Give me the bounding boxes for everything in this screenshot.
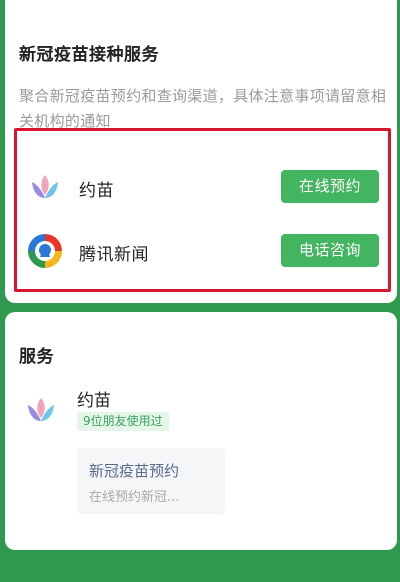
vaccine-service-description: 聚合新冠疫苗预约和查询渠道，具体注意事项请留意相关机构的通知 — [19, 87, 387, 130]
mini-card-subtitle: 在线预约新冠... — [89, 490, 180, 505]
yuemiao-logo-icon — [32, 175, 58, 198]
provider-name: 腾讯新闻 — [79, 245, 149, 265]
tencent-news-logo-icon — [28, 234, 62, 268]
yuemiao-logo-icon — [28, 398, 54, 421]
provider-row-tencent-news[interactable]: 腾讯新闻 电话咨询 — [19, 228, 379, 274]
vaccine-service-title: 新冠疫苗接种服务 — [19, 45, 159, 65]
vaccine-booking-mini-card[interactable]: 新冠疫苗预约 在线预约新冠... — [77, 448, 225, 514]
mini-card-title: 新冠疫苗预约 — [89, 462, 180, 480]
provider-name: 约苗 — [79, 181, 114, 201]
services-card: 服务 约苗 9位朋友使用过 新冠疫苗预约 在线预约新冠... — [5, 312, 397, 550]
phone-consult-button[interactable]: 电话咨询 — [281, 234, 379, 267]
provider-row-yuemiao[interactable]: 约苗 在线预约 — [19, 164, 379, 210]
service-name[interactable]: 约苗 — [77, 386, 111, 411]
online-booking-button[interactable]: 在线预约 — [281, 170, 379, 203]
friends-used-badge: 9位朋友使用过 — [77, 412, 169, 431]
services-title: 服务 — [19, 347, 54, 367]
vaccine-service-card: 新冠疫苗接种服务 聚合新冠疫苗预约和查询渠道，具体注意事项请留意相关机构的通知 … — [5, 0, 397, 303]
